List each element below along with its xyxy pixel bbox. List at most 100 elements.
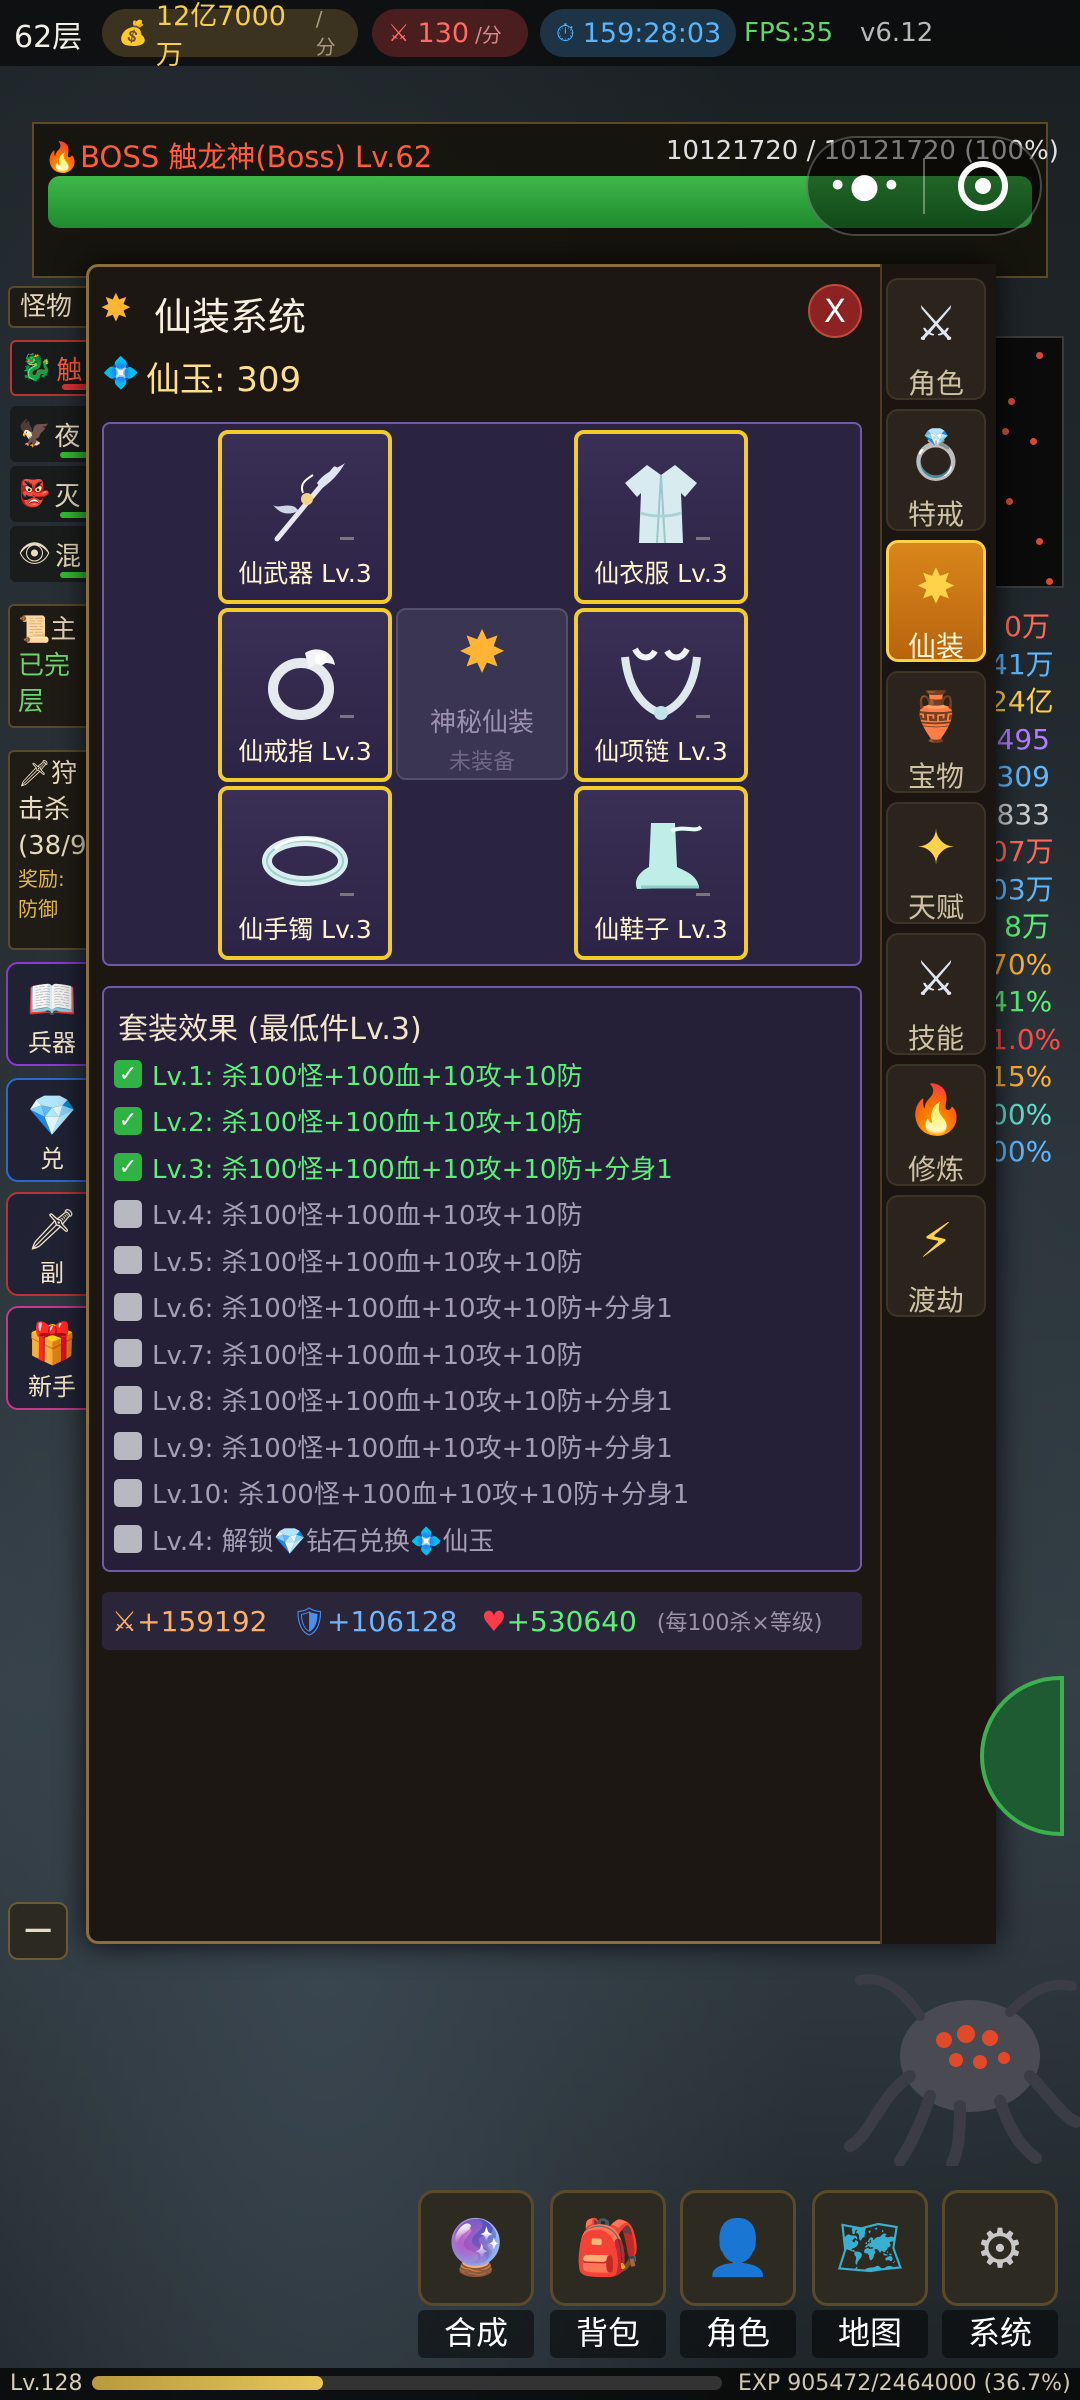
gear-slot-ring[interactable]: 仙戒指 Lv.3 [218, 608, 392, 782]
miniprogram-capsule[interactable]: •●• [806, 136, 1042, 236]
more-menu-icon[interactable]: •●• [808, 166, 923, 206]
tab-label: 角色 [907, 367, 964, 400]
dock-button-3[interactable]: 🗺 地图 [812, 2190, 928, 2358]
dock-button-0[interactable]: 🔮 合成 [418, 2190, 534, 2358]
jade-gem-icon: 💠 [102, 356, 140, 391]
sun-icon: ✸ [100, 286, 132, 330]
dock-label: 地图 [812, 2310, 928, 2358]
monster-row[interactable]: 🦅 夜 [10, 406, 96, 462]
monster-row[interactable]: 🐉 触 [10, 340, 96, 396]
gear-slot-label: 仙鞋子 Lv.3 [594, 915, 728, 944]
attack-bonus: +159192 [137, 1604, 268, 1638]
close-button[interactable]: X [808, 284, 862, 338]
gold-rate-pill: 💰 12亿7000万 /分 [102, 1, 358, 71]
exp-progress-track [92, 2376, 722, 2390]
tab-label: 特戒 [907, 498, 964, 531]
tab-label: 渡劫 [907, 1284, 964, 1317]
tab-7[interactable]: ⚡ 渡劫 [886, 1195, 986, 1317]
sun-icon: ✸ [915, 559, 957, 615]
dungeon-button[interactable]: 🗡 副 [6, 1192, 98, 1296]
hunt-line: (38/9 [18, 831, 87, 861]
tab-2[interactable]: ✸ 仙装 [886, 540, 986, 663]
money-bag-icon: 💰 [118, 19, 148, 47]
tab-3[interactable]: 🏺 宝物 [886, 671, 986, 793]
boss-name: 🔥BOSS 触龙神(Boss) Lv.62 [44, 140, 433, 174]
gear-slot-label: 仙手镯 Lv.3 [238, 915, 372, 944]
backpack-icon[interactable]: 🎒 [550, 2190, 666, 2306]
crossed-swords-icon: ⚔ [914, 951, 958, 1007]
shield-icon: 🛡 [291, 1604, 328, 1638]
fps-counter: FPS:35 [744, 18, 833, 48]
newbie-gift-button[interactable]: 🎁 新手 [6, 1306, 98, 1410]
set-effect-text: Lv.3: 杀100怪+100血+10攻+10防+分身1 [152, 1154, 673, 1185]
map-icon[interactable]: 🗺 [812, 2190, 928, 2306]
fire-icon: 🔥 [906, 1082, 966, 1138]
eye-icon: 👁 [18, 539, 52, 569]
dock-button-2[interactable]: 👤 角色 [680, 2190, 796, 2358]
gear-slot-bracelet[interactable]: 仙手镯 Lv.3 [218, 786, 392, 960]
checkbox-empty-icon [114, 1432, 142, 1460]
monster-row[interactable]: 👺 灭 [10, 466, 96, 522]
gear-slot-necklace[interactable]: 仙项链 Lv.3 [574, 608, 748, 782]
zoom-out-button[interactable]: − [8, 1902, 68, 1960]
weapon-shop-button[interactable]: 📖 兵器 [6, 962, 98, 1066]
exchange-button[interactable]: 💎 兑 [6, 1078, 98, 1182]
tab-label: 技能 [907, 1022, 964, 1055]
version-label: v6.12 [860, 18, 934, 48]
robe-icon [578, 448, 744, 558]
crystal-ball-icon[interactable]: 🔮 [418, 2190, 534, 2306]
book-icon: 📖 [27, 977, 77, 1023]
exp-text: EXP 905472/2464000 (36.7%) [738, 2371, 1071, 2396]
close-miniprogram-button[interactable] [925, 161, 1040, 211]
modal-title: 仙装系统 [154, 295, 307, 339]
vase-icon: 🏺 [906, 689, 966, 745]
set-effect-row: Lv.9: 杀100怪+100血+10攻+10防+分身1 [114, 1426, 673, 1466]
mystery-gear-slot[interactable]: ✸ 神秘仙装 未装备 [396, 608, 568, 780]
gear-slot-robe[interactable]: 仙衣服 Lv.3 [574, 430, 748, 604]
bonus-note: (每100杀×等级) [656, 1611, 823, 1636]
stopwatch-icon: ⏱ [556, 19, 575, 47]
gear-slot-boots[interactable]: 仙鞋子 Lv.3 [574, 786, 748, 960]
mystery-gear-name: 神秘仙装 [429, 708, 534, 738]
checkbox-empty-icon [114, 1385, 142, 1414]
ring-icon: 💍 [906, 427, 966, 483]
boss-monster-sprite [840, 1946, 1080, 2170]
gear-icon[interactable]: ⚙ [942, 2190, 1058, 2306]
set-effect-row: Lv.10: 杀100怪+100血+10攻+10防+分身1 [114, 1473, 689, 1513]
tab-label: 仙装 [907, 630, 964, 663]
hp-bonus: +530640 [506, 1604, 637, 1638]
tab-5[interactable]: ⚔ 技能 [886, 933, 986, 1055]
dock-label: 背包 [550, 2310, 666, 2358]
tab-0[interactable]: ⚔ 角色 [886, 278, 986, 400]
dock-button-4[interactable]: ⚙ 系统 [942, 2190, 1058, 2358]
kill-rate-value: 130 [417, 17, 470, 49]
checkbox-empty-icon [114, 1246, 142, 1274]
defense-bonus: +106128 [327, 1604, 458, 1638]
tab-1[interactable]: 💍 特戒 [886, 409, 986, 531]
tab-4[interactable]: ✦ 天赋 [886, 802, 986, 924]
checkbox-checked-icon: ✓ [114, 1153, 142, 1181]
quest-panel[interactable]: 📜主 已完 层 [8, 604, 98, 728]
gear-slot-weapon[interactable]: 仙武器 Lv.3 [218, 430, 392, 604]
tab-label: 天赋 [907, 891, 964, 924]
sword-icon: 🗡 [26, 1207, 78, 1253]
player-level: Lv.128 [10, 2371, 83, 2396]
checkbox-empty-icon [114, 1478, 142, 1507]
hunt-panel[interactable]: 🗡狩 击杀 (38/9 奖励: 防御 [8, 750, 98, 950]
tab-6[interactable]: 🔥 修炼 [886, 1064, 986, 1186]
person-icon[interactable]: 👤 [680, 2190, 796, 2306]
kill-rate-pill: ⚔ 130 /分 [372, 9, 528, 57]
monster-tab[interactable]: 怪物 [8, 286, 98, 328]
eagle-icon: 🦅 [18, 419, 51, 449]
set-effect-text: Lv.2: 杀100怪+100血+10攻+10防 [152, 1108, 583, 1138]
minimap[interactable] [994, 336, 1064, 588]
dock-button-1[interactable]: 🎒 背包 [550, 2190, 666, 2358]
attack-icon: ⚔ [112, 1604, 138, 1638]
boots-icon [578, 804, 744, 914]
hunt-title: 🗡狩 [18, 759, 78, 789]
monster-row[interactable]: 👁 混 [10, 526, 96, 582]
target-icon [957, 161, 1008, 211]
set-effect-row: Lv.5: 杀100怪+100血+10攻+10防 [114, 1240, 582, 1280]
monster-tab-label: 怪物 [20, 292, 73, 322]
set-effect-text: Lv.8: 杀100怪+100血+10攻+10防+分身1 [152, 1387, 673, 1417]
